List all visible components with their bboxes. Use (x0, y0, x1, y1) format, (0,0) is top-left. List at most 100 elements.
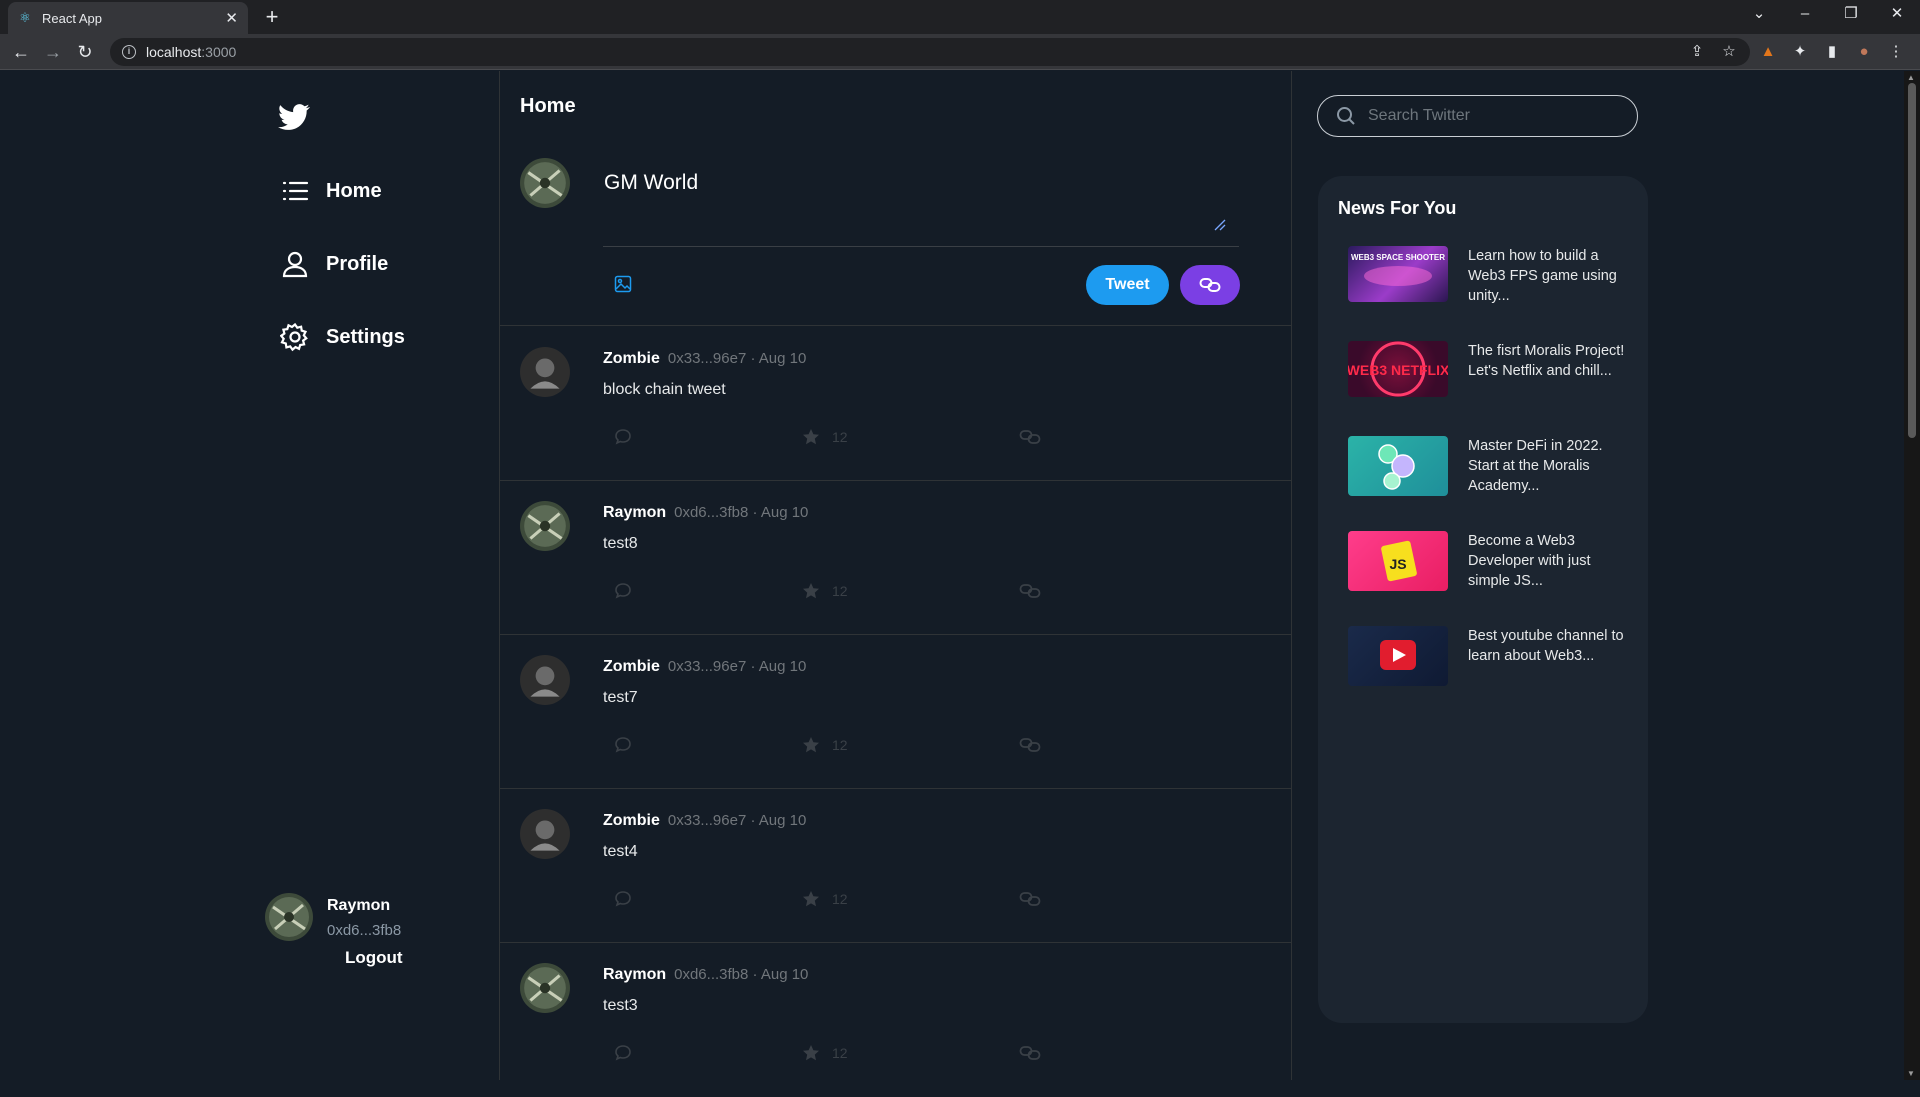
twitter-logo-icon[interactable] (278, 101, 310, 133)
image-upload-icon[interactable] (614, 275, 632, 293)
tweet-meta: 0x33...96e7 · Aug 10 (667, 812, 807, 829)
address-bar[interactable]: i localhost:3000 (110, 38, 1750, 66)
news-item[interactable]: Best youtube channel to learn about Web3… (1348, 626, 1638, 688)
close-window-button[interactable]: ✕ (1874, 0, 1920, 30)
like-button[interactable]: 12 (802, 735, 848, 755)
tweet-item[interactable]: Raymon 0xd6...3fb8 · Aug 10 test8 12 (500, 481, 1291, 635)
tweet-avatar (520, 809, 570, 859)
tweet-item[interactable]: Zombie 0x33...96e7 · Aug 10 block chain t… (500, 327, 1291, 481)
resize-handle-icon[interactable] (1214, 219, 1226, 231)
search-placeholder: Search Twitter (1368, 107, 1470, 124)
tweet-item[interactable]: Zombie 0x33...96e7 · Aug 10 test7 12 (500, 635, 1291, 789)
minimize-button[interactable]: – (1782, 0, 1828, 30)
tweet-text: test7 (603, 689, 638, 706)
tweet-meta: 0x33...96e7 · Aug 10 (667, 350, 807, 367)
sidebar-item-profile[interactable]: Profile (280, 244, 388, 284)
chain-link-button[interactable] (1019, 889, 1041, 909)
chain-tweet-button[interactable] (1180, 265, 1240, 305)
tweet-text: test4 (603, 843, 638, 860)
tweet-author: Zombie 0x33...96e7 · Aug 10 (603, 350, 807, 367)
sidebar-item-label: Settings (326, 325, 405, 348)
bookmark-star-icon[interactable]: ☆ (1719, 42, 1739, 62)
browser-toolbar: ← → ↻ i localhost:3000 ⇪ ☆ ▲ ✦ ▮ ● ⋮ (0, 34, 1920, 70)
link-icon (1019, 738, 1041, 752)
like-button[interactable]: 12 (802, 889, 848, 909)
react-icon: ⚛ (19, 10, 31, 25)
news-title: News For You (1338, 198, 1457, 218)
current-user[interactable]: Raymon 0xd6...3fb8 (265, 889, 465, 949)
chain-link-button[interactable] (1019, 581, 1041, 601)
link-icon (1019, 430, 1041, 444)
metamask-icon[interactable]: ▲ (1758, 42, 1778, 62)
tweet-avatar (520, 963, 570, 1013)
like-count: 12 (832, 583, 848, 599)
search-input[interactable]: Search Twitter (1317, 95, 1638, 137)
comment-icon (615, 1045, 631, 1061)
composer-avatar (520, 158, 570, 208)
star-icon (803, 583, 819, 599)
news-thumbnail: WEB3 SPACE SHOOTER (1348, 246, 1448, 302)
thumb-label: WEB3 NETFLIX (1348, 362, 1448, 378)
news-item[interactable]: WEB3 SPACE SHOOTER Learn how to build a … (1348, 246, 1638, 308)
thumb-label: WEB3 SPACE SHOOTER (1351, 253, 1445, 262)
extensions-icon[interactable]: ✦ (1790, 42, 1810, 62)
sidebar-item-settings[interactable]: Settings (280, 317, 405, 357)
forward-icon[interactable]: → (41, 40, 65, 64)
page-scrollbar[interactable]: ▲ ▼ (1904, 71, 1920, 1080)
scroll-up-icon[interactable]: ▲ (1907, 73, 1915, 82)
browser-tabbar: ⚛ React App ✕ + ⌄ – ❐ ✕ (0, 0, 1920, 34)
scroll-down-icon[interactable]: ▼ (1907, 1069, 1915, 1078)
like-button[interactable]: 12 (802, 1043, 848, 1063)
tweet-meta: 0xd6...3fb8 · Aug 10 (674, 504, 809, 521)
like-button[interactable]: 12 (802, 581, 848, 601)
profile-avatar-icon[interactable]: ● (1854, 42, 1874, 62)
news-item[interactable]: Master DeFi in 2022. Start at the Morali… (1348, 436, 1638, 498)
link-icon (1019, 584, 1041, 598)
star-icon (803, 429, 819, 445)
new-tab-button[interactable]: + (258, 4, 286, 32)
share-icon[interactable]: ⇪ (1687, 42, 1707, 62)
news-thumbnail (1348, 436, 1448, 496)
news-item[interactable]: WEB3 NETFLIX The fisrt Moralis Project! … (1348, 341, 1638, 403)
chain-link-button[interactable] (1019, 735, 1041, 755)
chain-link-button[interactable] (1019, 427, 1041, 447)
news-text: Learn how to build a Web3 FPS game using… (1468, 248, 1617, 304)
info-icon[interactable]: i (122, 45, 136, 59)
star-icon (803, 891, 819, 907)
reply-button[interactable] (614, 581, 632, 601)
side-panel-icon[interactable]: ▮ (1822, 42, 1842, 62)
left-sidebar: Home Profile Settings Raymon 0xd6...3fb8… (260, 71, 500, 1080)
news-text: Best youtube channel to learn about Web3… (1468, 628, 1624, 664)
logout-button[interactable]: Logout (345, 948, 403, 968)
reload-icon[interactable]: ↻ (73, 40, 97, 64)
news-thumbnail (1348, 626, 1448, 686)
reply-button[interactable] (614, 1043, 632, 1063)
chain-link-button[interactable] (1019, 1043, 1041, 1063)
like-button[interactable]: 12 (802, 427, 848, 447)
tweet-item[interactable]: Raymon 0xd6...3fb8 · Aug 10 test3 12 (500, 943, 1291, 1097)
close-tab-icon[interactable]: ✕ (225, 9, 238, 27)
restore-button[interactable]: ❐ (1828, 0, 1874, 30)
scrollbar-thumb[interactable] (1908, 83, 1916, 438)
tab-search-icon[interactable]: ⌄ (1736, 0, 1782, 30)
sidebar-item-home[interactable]: Home (280, 171, 382, 211)
browser-tab[interactable]: ⚛ React App ✕ (8, 2, 248, 34)
news-item[interactable]: JS Become a Web3 Developer with just sim… (1348, 531, 1638, 593)
tweet-button[interactable]: Tweet (1086, 265, 1169, 305)
tweet-textarea[interactable]: GM World (604, 171, 698, 195)
feed: Home GM World Tweet Zombie 0x33...96e7 ·… (499, 71, 1292, 1080)
menu-icon[interactable]: ⋮ (1886, 42, 1906, 62)
reply-button[interactable] (614, 427, 632, 447)
tweet-item[interactable]: Zombie 0x33...96e7 · Aug 10 test4 12 (500, 789, 1291, 943)
news-thumbnail: WEB3 NETFLIX (1348, 341, 1448, 397)
reply-button[interactable] (614, 735, 632, 755)
user-address: 0xd6...3fb8 (327, 922, 402, 939)
back-icon[interactable]: ← (9, 40, 33, 64)
tweet-author: Zombie 0x33...96e7 · Aug 10 (603, 658, 807, 675)
tweet-author: Raymon 0xd6...3fb8 · Aug 10 (603, 966, 809, 983)
gear-icon (280, 322, 308, 352)
tweet-avatar (520, 655, 570, 705)
link-icon (1019, 1046, 1041, 1060)
feed-divider (500, 325, 1291, 326)
reply-button[interactable] (614, 889, 632, 909)
